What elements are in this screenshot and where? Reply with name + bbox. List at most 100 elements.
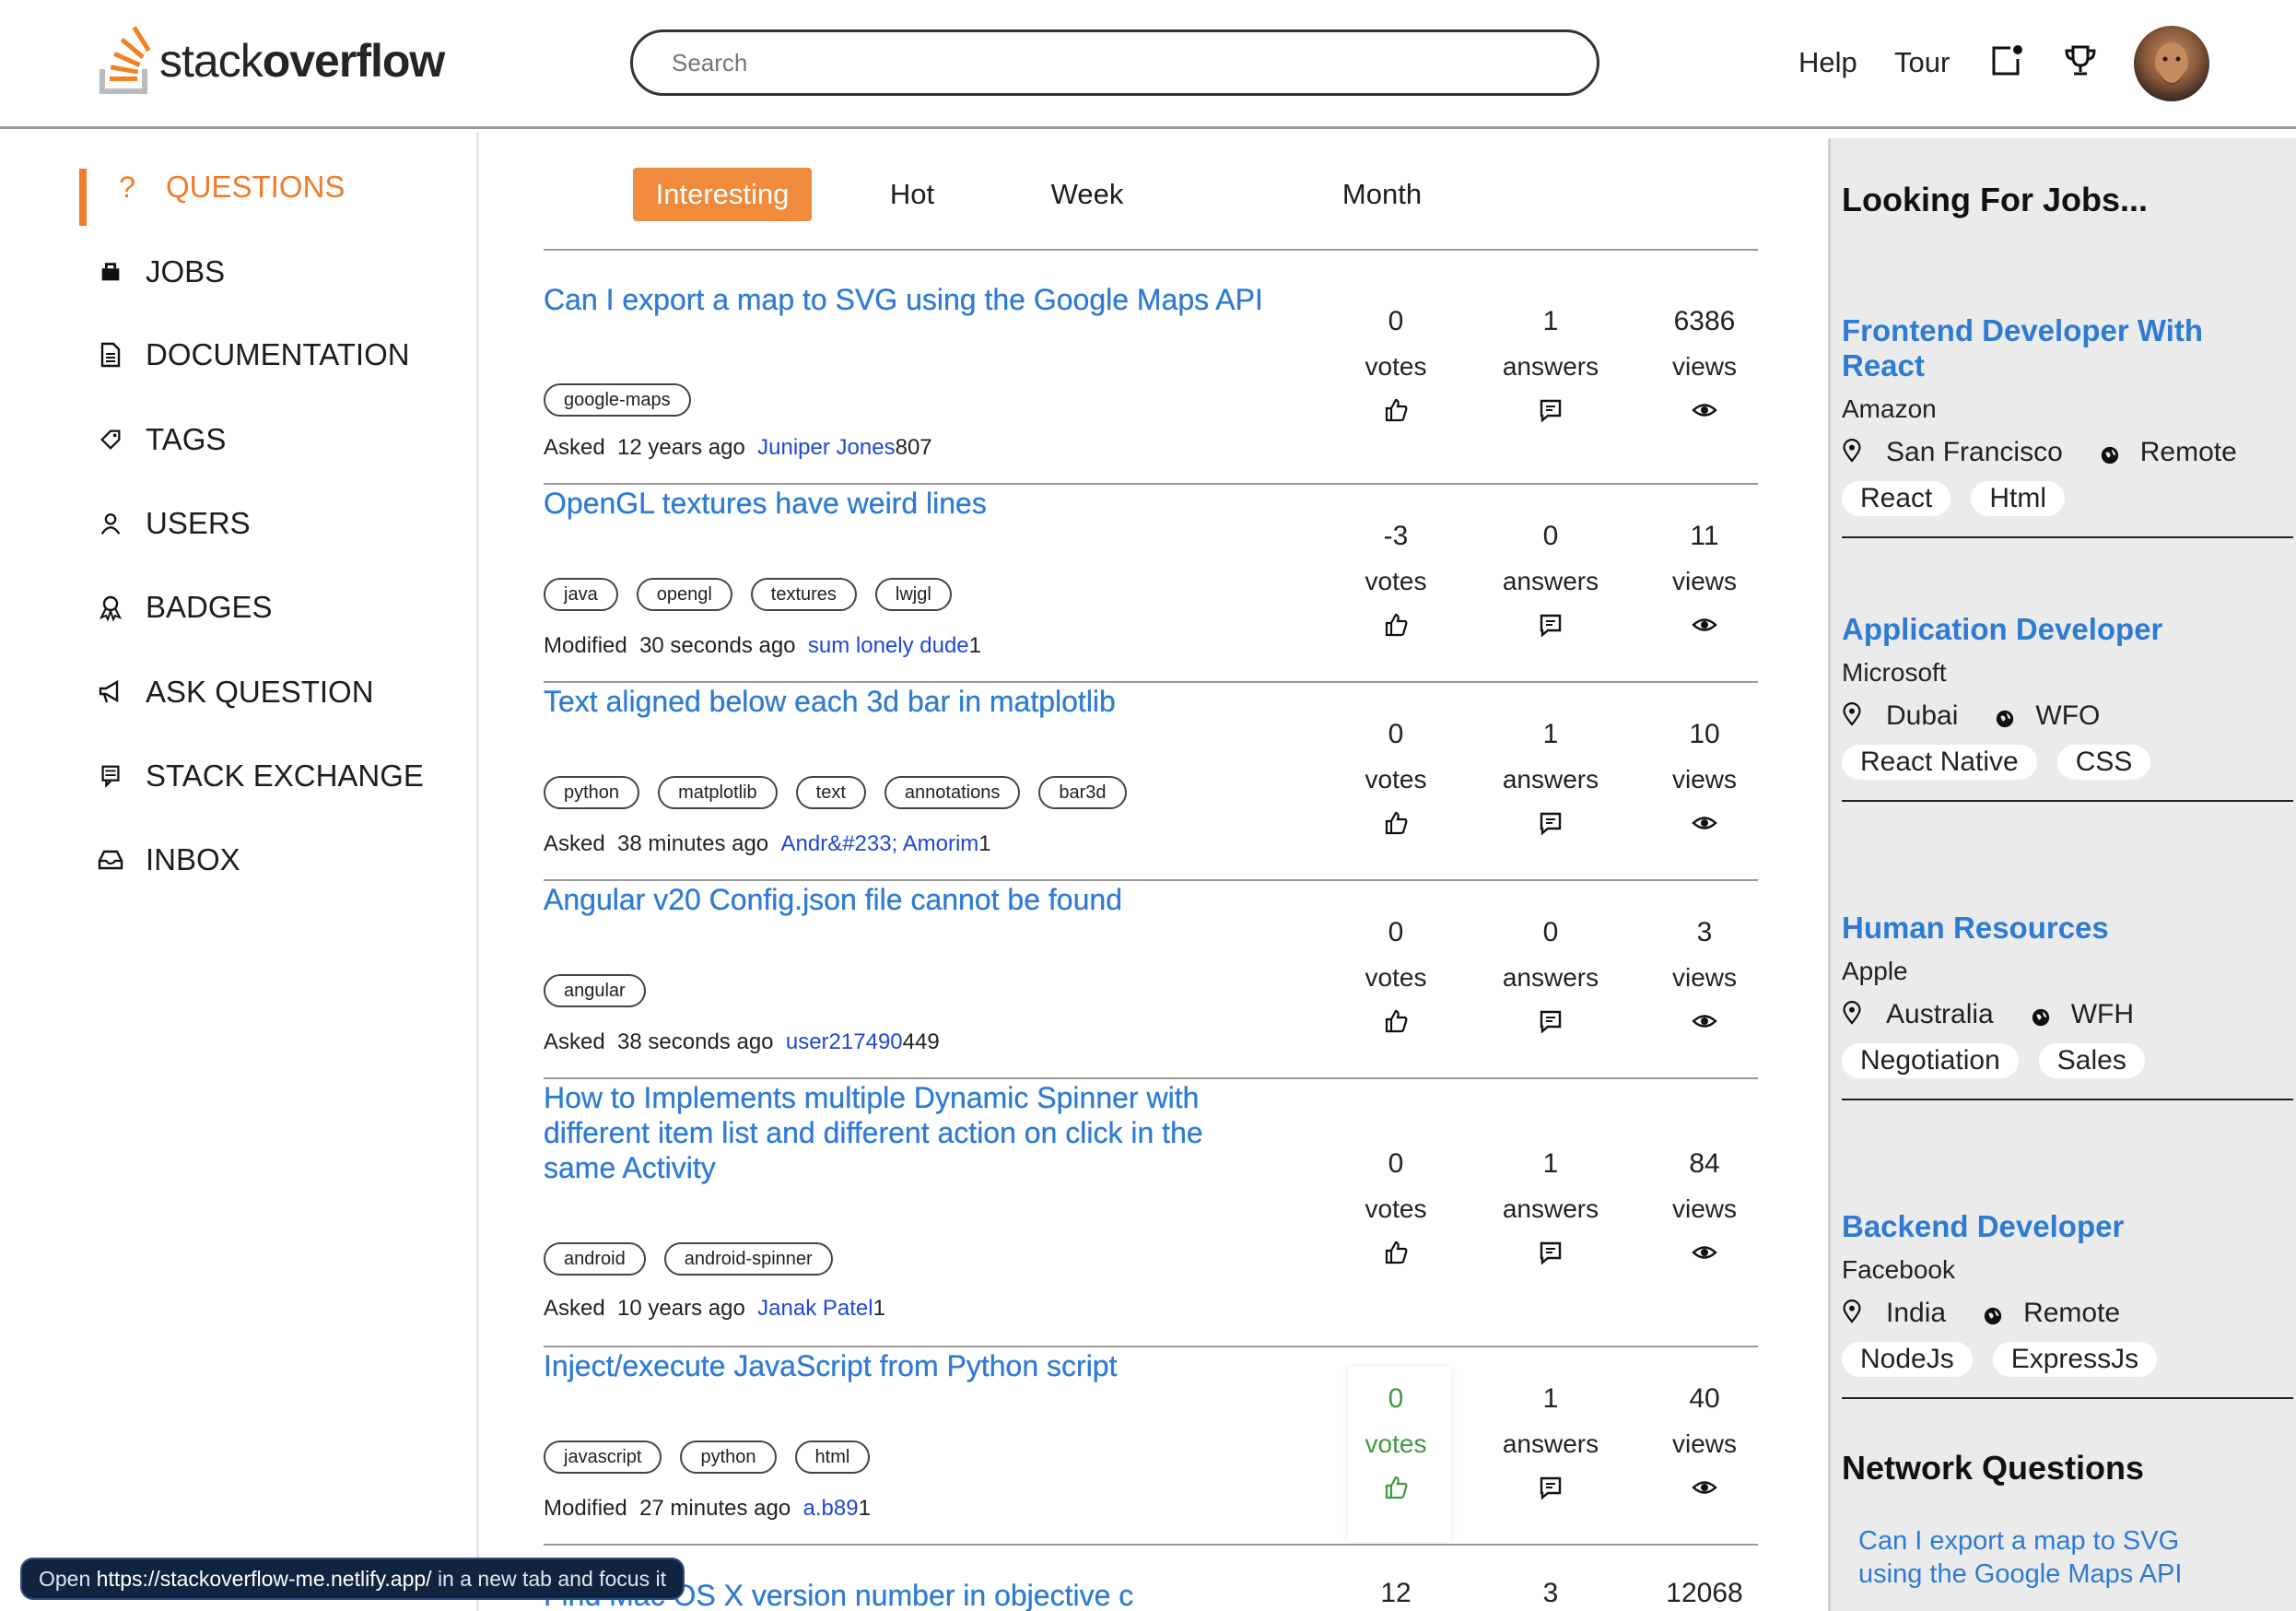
answers-count: 1 [1542,1383,1559,1414]
status-suffix: in a new tab and focus it [437,1566,666,1591]
question-meta: Modified 27 minutes ago a.b891 [544,1496,871,1522]
sidebar-item-questions[interactable]: ? QUESTIONS [109,164,345,210]
tag-chip[interactable]: java [544,578,618,611]
notification-icon[interactable] [1988,42,2025,79]
question-title-link[interactable]: OpenGL textures have weird lines [544,486,1281,521]
globe-icon [2100,441,2122,464]
search-input[interactable] [672,48,1556,77]
thumbs-up-icon[interactable] [1382,1239,1410,1266]
sidebar-item-badges[interactable]: BADGES [92,584,273,630]
question-title-link[interactable]: Inject/execute JavaScript from Python sc… [544,1348,1281,1383]
help-link[interactable]: Help [1798,46,1857,79]
question-title-link[interactable]: Text aligned below each 3d bar in matplo… [544,684,1281,719]
user-link[interactable]: Andr&#233; Amorim [781,831,979,856]
tag-chip[interactable]: android [544,1242,646,1276]
user-link[interactable]: Janak Patel [757,1296,873,1321]
views-stat: 3 views [1640,917,1769,1035]
tab-interesting[interactable]: Interesting [633,168,812,221]
views-count: 6386 [1673,306,1736,336]
job-location: San Francisco [1886,437,2063,467]
thumbs-up-icon[interactable] [1382,396,1410,424]
votes-label: votes [1365,765,1427,794]
sidebar-item-inbox[interactable]: INBOX [92,837,240,883]
views-count: 12068 [1666,1578,1743,1608]
meta-time: 12 years ago [617,435,745,460]
user-link[interactable]: sum lonely dude [808,633,969,658]
user-link[interactable]: Juniper Jones [757,435,895,460]
sidebar-item-label: ASK QUESTION [146,675,374,709]
job-work-mode: Remote [2139,437,2237,467]
sidebar-item-label: INBOX [146,842,240,876]
sidebar-item-ask-question[interactable]: ASK QUESTION [92,669,374,715]
tag-chip[interactable]: matplotlib [658,776,778,809]
search-bar[interactable] [630,29,1599,96]
jobs-heading: Looking For Jobs... [1842,181,2148,218]
job-company: Facebook [1842,1255,1955,1284]
tag-chip[interactable]: html [794,1440,871,1474]
thumbs-up-icon[interactable] [1382,611,1410,639]
tag-chip[interactable]: lwjgl [874,578,952,611]
votes-stat: -3 votes [1331,521,1460,639]
job-card: Human Resources Apple Australia WFH Nego… [1842,911,2293,1100]
thumbs-up-icon[interactable] [1382,1007,1410,1035]
tag-chip[interactable]: python [680,1440,777,1474]
question-meta: Asked 10 years ago Janak Patel1 [544,1296,885,1322]
votes-count: 0 [1388,719,1404,749]
user-reputation: 1 [858,1496,871,1521]
tag-chip[interactable]: python [544,776,640,809]
tag-chip[interactable]: google-maps [544,383,691,417]
user-link[interactable]: a.b89 [803,1496,859,1521]
tag-chip[interactable]: android-spinner [663,1242,833,1276]
eye-icon [1691,396,1718,424]
question-title-link[interactable]: How to Implements multiple Dynamic Spinn… [544,1080,1281,1185]
network-question-link[interactable]: Can I export a map to SVG using the Goog… [1858,1524,2245,1591]
job-title-link[interactable]: Human Resources [1842,911,2293,946]
tab-week[interactable]: Week [986,168,1189,221]
active-indicator [79,169,87,226]
stackoverflow-logo-icon [100,26,151,94]
comment-icon [1537,1239,1564,1266]
votes-stat: 0 votes [1331,306,1460,424]
job-title-link[interactable]: Application Developer [1842,612,2293,647]
tag-chip[interactable]: text [795,776,866,809]
question-tags: android android-spinner [544,1242,833,1276]
user-avatar[interactable] [2134,26,2209,101]
stackoverflow-logo[interactable]: stackoverflow [97,24,447,98]
sidebar-item-jobs[interactable]: JOBS [92,249,225,295]
tag-chip[interactable]: opengl [636,578,732,611]
meta-prefix: Asked [544,831,605,856]
views-label: views [1671,963,1737,992]
eye-icon [1691,1474,1718,1501]
comment-icon [1537,1474,1564,1501]
thumbs-up-icon[interactable] [1382,1474,1410,1501]
status-prefix: Open [39,1566,91,1591]
user-link[interactable]: user217490 [786,1029,903,1054]
tag-chip[interactable]: angular [544,974,646,1007]
question-tags: python matplotlib text annotations bar3d [544,776,1127,809]
comment-icon [1537,809,1564,837]
tour-link[interactable]: Tour [1894,46,1950,79]
sidebar-item-tags[interactable]: TAGS [92,417,226,463]
sidebar-item-documentation[interactable]: DOCUMENTATION [92,332,410,378]
tag-chip[interactable]: bar3d [1038,776,1127,809]
job-title-link[interactable]: Frontend Developer With React [1842,313,2293,383]
tab-month[interactable]: Month [1281,168,1483,221]
tag-chip[interactable]: textures [750,578,857,611]
link-status-tooltip: Open https://stackoverflow-me.netlify.ap… [20,1558,685,1600]
tag-chip[interactable]: annotations [884,776,1021,809]
trophy-icon[interactable] [2062,42,2099,79]
question-meta: Asked 38 minutes ago Andr&#233; Amorim1 [544,831,991,857]
tag-chip[interactable]: javascript [544,1440,662,1474]
tab-hot[interactable]: Hot [811,168,1013,221]
views-stat: 10 views [1640,719,1769,837]
sidebar-item-stack-exchange[interactable]: STACK EXCHANGE [92,753,424,799]
sidebar-item-users[interactable]: USERS [92,500,251,547]
job-title-link[interactable]: Backend Developer [1842,1209,2293,1244]
sidebar-item-label: QUESTIONS [166,170,346,204]
location-pin-icon [1842,439,1866,466]
eye-icon [1691,1007,1718,1035]
thumbs-up-icon[interactable] [1382,809,1410,837]
question-title-link[interactable]: Angular v20 Config.json file cannot be f… [544,882,1281,917]
question-title-link[interactable]: Can I export a map to SVG using the Goog… [544,282,1281,317]
question-meta: Asked 38 seconds ago user217490449 [544,1029,940,1055]
